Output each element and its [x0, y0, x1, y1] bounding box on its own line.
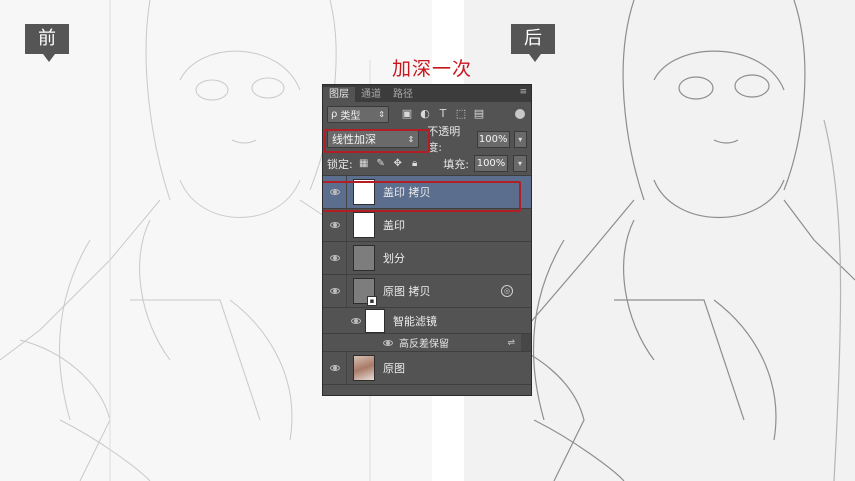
- layer-name: 划分: [383, 252, 405, 265]
- blend-row: 线性加深 ⇕ 不透明度: 100% ▾: [323, 125, 531, 154]
- lock-move-icon[interactable]: ✥: [392, 158, 404, 170]
- eye-icon: [329, 222, 340, 228]
- visibility-toggle[interactable]: [323, 209, 347, 241]
- smart-filter-item[interactable]: 高反差保留 ⇌: [323, 334, 531, 352]
- smart-object-thumbnail: [353, 278, 377, 306]
- image-filter-icon[interactable]: ▣: [401, 108, 413, 120]
- blend-mode-highlight: [324, 129, 430, 153]
- filter-options-icon[interactable]: ⇌: [507, 338, 515, 348]
- eye-icon[interactable]: [351, 317, 361, 324]
- smart-filters-group: 智能滤镜: [351, 308, 437, 333]
- before-label: 前: [25, 24, 69, 62]
- layer-row[interactable]: 划分: [323, 242, 531, 275]
- eye-icon: [329, 365, 340, 371]
- visibility-toggle[interactable]: [323, 352, 347, 384]
- layer-name: 原图: [383, 362, 405, 375]
- filter-kind-select[interactable]: ρ 类型 ⇕: [327, 105, 389, 123]
- tab-layers[interactable]: 图层: [323, 87, 355, 102]
- lock-transparent-icon[interactable]: ▦: [358, 158, 370, 170]
- selected-layer-highlight: [323, 181, 521, 212]
- fill-input[interactable]: 100%: [474, 155, 508, 172]
- layer-name: 原图 拷贝: [383, 285, 431, 298]
- lock-label: 锁定:: [327, 157, 353, 171]
- tab-channels[interactable]: 通道: [355, 87, 387, 102]
- tab-paths[interactable]: 路径: [387, 87, 419, 102]
- layer-name: 盖印: [383, 219, 405, 232]
- lock-row: 锁定: ▦ ✎ ✥ 🔒︎ 填充: 100% ▾: [323, 152, 531, 176]
- visibility-toggle[interactable]: [323, 275, 347, 307]
- smart-filter-name: 高反差保留: [399, 339, 449, 350]
- layers-panel: 图层 通道 路径 ≡ ρ 类型 ⇕ ▣ ◐ T ⬚ ▤ 线性加深 ⇕ 不透明度:…: [322, 84, 532, 396]
- layer-thumbnail: [353, 212, 375, 238]
- visibility-toggle[interactable]: [323, 242, 347, 274]
- eye-icon: [329, 255, 340, 261]
- filter-kind-label: 类型: [340, 110, 361, 122]
- lock-paint-icon[interactable]: ✎: [375, 158, 387, 170]
- layer-row[interactable]: 盖印: [323, 209, 531, 242]
- chevron-updown-icon: ⇕: [378, 109, 385, 119]
- after-label: 后: [511, 24, 555, 62]
- adjustment-filter-icon[interactable]: ◐: [419, 108, 431, 120]
- eye-icon[interactable]: [383, 339, 393, 346]
- layer-row[interactable]: 原图: [323, 352, 531, 385]
- panel-tabs: 图层 通道 路径 ≡: [323, 85, 531, 102]
- filter-icons: ▣ ◐ T ⬚ ▤: [401, 108, 485, 120]
- search-icon: ρ: [331, 108, 338, 120]
- fill-dropdown-icon[interactable]: ▾: [513, 155, 527, 172]
- smart-filters-label: 智能滤镜: [393, 314, 437, 328]
- smart-filters-row[interactable]: 智能滤镜: [323, 308, 531, 334]
- type-filter-icon[interactable]: T: [437, 108, 449, 120]
- smart-object-filter-icon[interactable]: ▤: [473, 108, 485, 120]
- filter-mask-thumbnail: [365, 308, 385, 333]
- layer-thumbnail: [353, 355, 375, 381]
- opacity-input[interactable]: 100%: [476, 130, 510, 148]
- smart-filter-badge-icon[interactable]: ◎: [501, 285, 513, 297]
- layer-row[interactable]: 原图 拷贝 ◎: [323, 275, 531, 308]
- lock-all-icon[interactable]: 🔒︎: [409, 158, 421, 170]
- panel-menu-icon[interactable]: ≡: [519, 87, 527, 97]
- annotation-text: 加深一次: [392, 58, 473, 80]
- opacity-label: 不透明度:: [427, 125, 461, 154]
- layer-thumbnail: [353, 245, 375, 271]
- opacity-dropdown-icon[interactable]: ▾: [513, 130, 527, 148]
- shape-filter-icon[interactable]: ⬚: [455, 108, 467, 120]
- filter-toggle[interactable]: [515, 109, 525, 119]
- eye-icon: [329, 288, 340, 294]
- fill-label: 填充:: [443, 157, 469, 171]
